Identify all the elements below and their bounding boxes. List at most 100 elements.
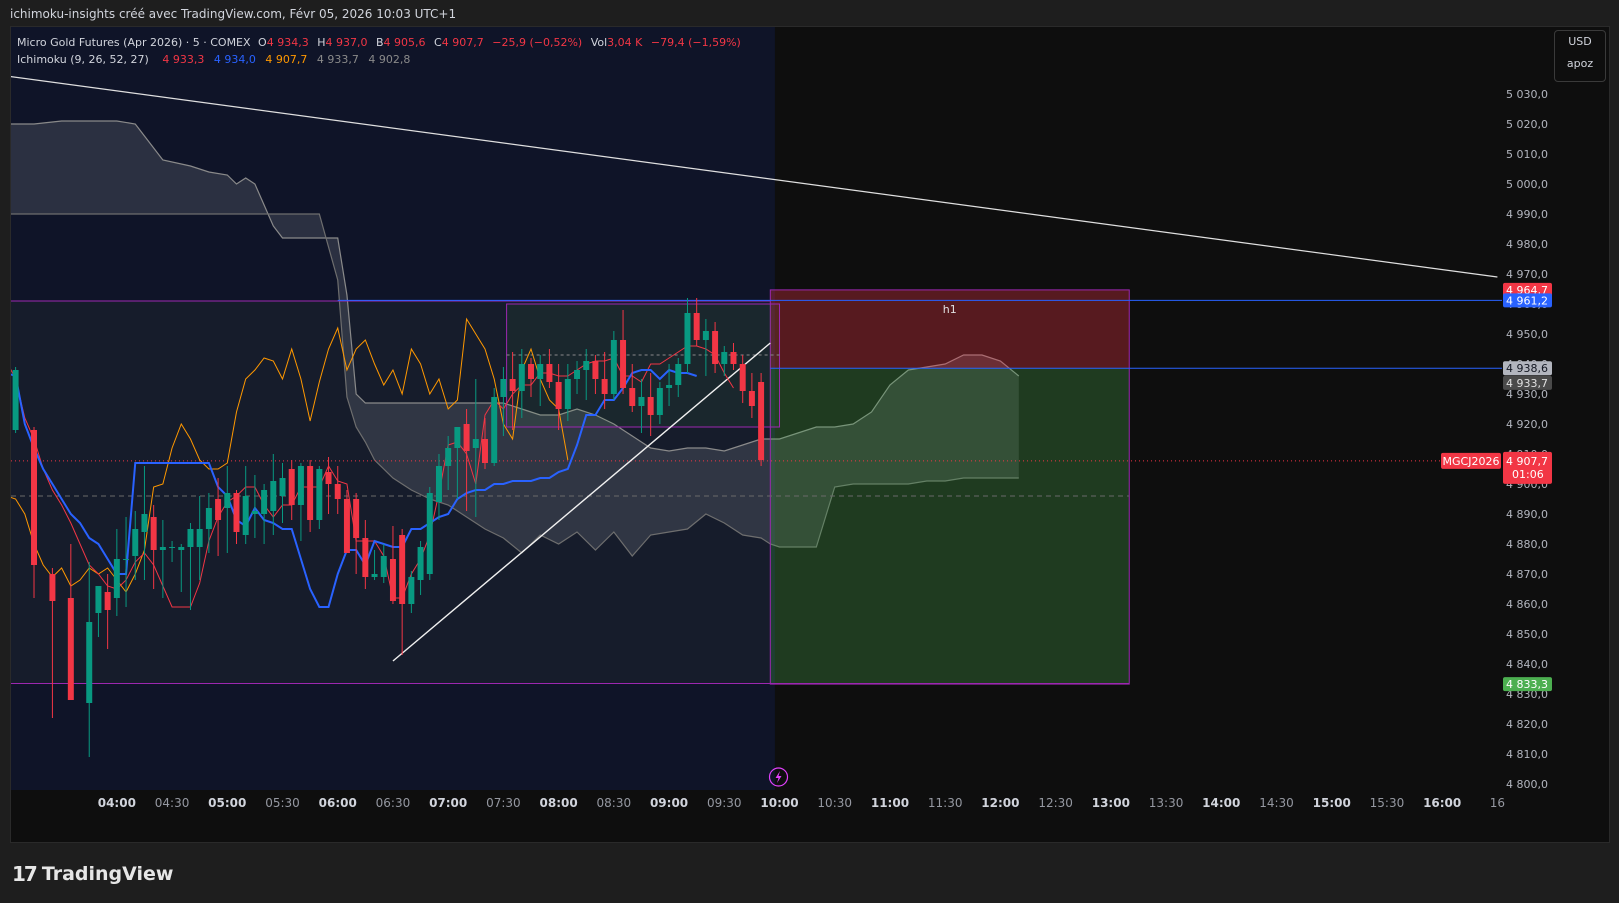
candle-body xyxy=(353,499,360,538)
position-target-zone xyxy=(770,368,1130,685)
candle-body xyxy=(169,547,176,548)
price-tick-label: 5 010,0 xyxy=(1506,148,1548,161)
price-axis-label-text: 4 933,7 xyxy=(1506,377,1548,390)
candle-body xyxy=(417,547,424,580)
price-tick-label: 4 980,0 xyxy=(1506,238,1548,251)
candle-body xyxy=(224,493,231,508)
ichimoku-value-2: 4 934,0 xyxy=(213,53,256,66)
candle-body xyxy=(758,382,765,460)
price-tick-label: 4 850,0 xyxy=(1506,628,1548,641)
price-tick-label: 5 020,0 xyxy=(1506,118,1548,131)
indicator-name[interactable]: Ichimoku (9, 26, 52, 27) xyxy=(17,53,149,66)
volume-label: Vol xyxy=(590,36,608,49)
time-tick-label: 10:30 xyxy=(817,796,852,810)
time-tick-label: 07:30 xyxy=(486,796,521,810)
symbol-legend-row[interactable]: Micro Gold Futures (Apr 2026) · 5 · COME… xyxy=(17,34,741,51)
price-chart[interactable]: h14 800,04 810,04 820,04 830,04 840,04 8… xyxy=(0,0,1619,843)
plot-area: h1 xyxy=(11,27,1502,790)
close-value: 4 907,7 xyxy=(441,36,484,49)
candle-body xyxy=(638,397,645,406)
ticker-label: MGCJ2026 xyxy=(1443,455,1500,468)
ichimoku-value-1: 4 933,3 xyxy=(162,53,205,66)
candle-body xyxy=(297,466,304,505)
time-tick-label: 07:00 xyxy=(429,796,467,810)
candle-body xyxy=(546,364,553,382)
indicator-legend-row[interactable]: Ichimoku (9, 26, 52, 27) 4 933,3 4 934,0… xyxy=(17,51,741,68)
candle-body xyxy=(362,538,369,577)
low-value: 4 905,6 xyxy=(383,36,426,49)
time-tick-label: 10:00 xyxy=(760,796,798,810)
time-tick-label: 11:00 xyxy=(871,796,909,810)
last-price-label: 4 907,701:06 xyxy=(1503,451,1552,484)
time-tick-label: 05:30 xyxy=(265,796,300,810)
candle-body xyxy=(647,397,654,415)
candle-body xyxy=(748,391,755,406)
candle-body xyxy=(454,427,461,448)
price-tick-label: 5 030,0 xyxy=(1506,88,1548,101)
candle-body xyxy=(666,385,673,388)
currency-unit-button[interactable]: USD apoz xyxy=(1554,30,1606,82)
candle-body xyxy=(592,361,599,379)
candle-body xyxy=(601,379,608,394)
candle-body xyxy=(472,439,479,448)
candle-body xyxy=(141,514,148,532)
candle xyxy=(491,388,498,466)
candle-body xyxy=(574,370,581,379)
time-tick-label: 04:00 xyxy=(98,796,136,810)
ichimoku-value-4: 4 933,7 xyxy=(316,53,359,66)
price-tick-label: 4 860,0 xyxy=(1506,598,1548,611)
candle-body xyxy=(343,499,350,553)
price-axis-label-text: 4 938,6 xyxy=(1506,362,1548,375)
volume-value: 3,04 K xyxy=(607,36,643,49)
candle-body xyxy=(408,577,415,604)
price-axis-label-text: 4 833,3 xyxy=(1506,678,1548,691)
time-tick-label: 08:30 xyxy=(597,796,632,810)
price-tick-label: 5 000,0 xyxy=(1506,178,1548,191)
price-tick-label: 4 970,0 xyxy=(1506,268,1548,281)
time-tick-label: 04:30 xyxy=(155,796,190,810)
open-value: 4 934,3 xyxy=(266,36,309,49)
symbol-name[interactable]: Micro Gold Futures (Apr 2026) · 5 · COME… xyxy=(17,36,251,49)
price-axis-bg xyxy=(1502,27,1609,790)
time-tick-label: 14:00 xyxy=(1202,796,1240,810)
candle-body xyxy=(537,364,544,379)
candle-body xyxy=(196,529,203,547)
high-label: H xyxy=(317,36,326,49)
candle-body xyxy=(307,466,314,520)
candle-body xyxy=(491,397,498,463)
candle-body xyxy=(721,352,728,364)
time-tick-label: 09:00 xyxy=(650,796,688,810)
change-value: −25,9 (−0,52%) xyxy=(492,36,583,49)
price-axis-label-text: 4 961,2 xyxy=(1506,294,1548,307)
candle-body xyxy=(279,478,286,496)
candle xyxy=(343,490,350,553)
candle-body xyxy=(334,484,341,499)
price-tick-label: 4 840,0 xyxy=(1506,658,1548,671)
price-tick-label: 4 920,0 xyxy=(1506,418,1548,431)
price-axis-label: 4 938,6 xyxy=(1503,361,1552,376)
time-tick-label: 15:00 xyxy=(1313,796,1351,810)
candle-body xyxy=(178,547,185,550)
price-tick-label: 4 810,0 xyxy=(1506,748,1548,761)
time-tick-label: 06:00 xyxy=(319,796,357,810)
candle-body xyxy=(261,490,268,514)
price-tick-label: 4 930,0 xyxy=(1506,388,1548,401)
price-tick-label: 4 990,0 xyxy=(1506,208,1548,221)
price-tick-label: 4 950,0 xyxy=(1506,328,1548,341)
tradingview-logo[interactable]: 17 TradingView xyxy=(12,862,173,886)
candle-body xyxy=(481,439,488,463)
candle-body xyxy=(684,313,691,364)
candle-body xyxy=(693,313,700,340)
time-tick-label: 08:00 xyxy=(540,796,578,810)
candle-body xyxy=(463,424,470,451)
candle-body xyxy=(629,388,636,406)
candle-body xyxy=(233,493,240,532)
candle-body xyxy=(380,556,387,577)
candle-body xyxy=(389,559,396,601)
candle-body xyxy=(702,331,709,340)
price-axis-label: 4 833,3 xyxy=(1503,677,1552,692)
candle-body xyxy=(270,481,277,511)
time-tick-label: 12:00 xyxy=(981,796,1019,810)
candle-body xyxy=(316,469,323,520)
time-tick-label: 15:30 xyxy=(1370,796,1405,810)
